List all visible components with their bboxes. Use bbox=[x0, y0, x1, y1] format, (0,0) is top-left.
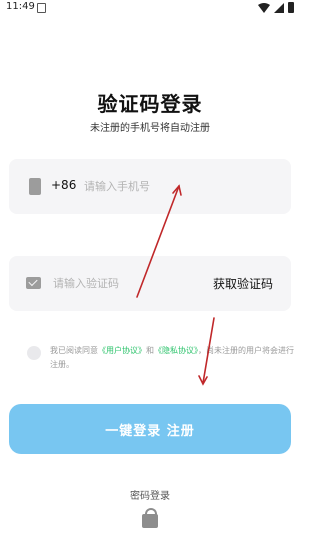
login-register-button[interactable]: 一键登录 注册 bbox=[9, 404, 291, 454]
battery-icon bbox=[288, 2, 294, 13]
mail-icon bbox=[26, 277, 41, 289]
password-login-link[interactable]: 密码登录 bbox=[0, 487, 300, 502]
code-input[interactable] bbox=[53, 273, 203, 293]
status-icons bbox=[258, 2, 294, 13]
user-agreement-link[interactable]: 《用户协议》 bbox=[98, 346, 146, 355]
status-time: 11:49 bbox=[6, 1, 35, 12]
page-subtitle: 未注册的手机号将自动注册 bbox=[90, 123, 210, 134]
country-code[interactable]: +86 bbox=[51, 178, 76, 192]
signal-icon bbox=[274, 2, 284, 13]
agreement-and: 和 bbox=[146, 346, 154, 355]
agreement-text: 我已阅读同意《用户协议》和《隐私协议》，尚未注册的用户将会进行注册。 bbox=[50, 344, 295, 372]
agreement-prefix: 我已阅读同意 bbox=[50, 346, 98, 355]
phone-icon bbox=[29, 178, 41, 195]
code-field: 获取验证码 bbox=[9, 256, 291, 311]
phone-input[interactable] bbox=[84, 176, 234, 196]
privacy-policy-link[interactable]: 《隐私协议》 bbox=[154, 346, 198, 355]
page-title: 验证码登录 bbox=[97, 92, 203, 116]
wifi-icon bbox=[258, 2, 270, 13]
notification-icon bbox=[37, 3, 46, 13]
agreement-checkbox[interactable] bbox=[27, 346, 41, 360]
status-bar: 11:49 bbox=[0, 0, 300, 18]
phone-field: +86 bbox=[9, 159, 291, 214]
lock-icon[interactable] bbox=[142, 508, 158, 528]
get-code-button[interactable]: 获取验证码 bbox=[213, 275, 273, 292]
